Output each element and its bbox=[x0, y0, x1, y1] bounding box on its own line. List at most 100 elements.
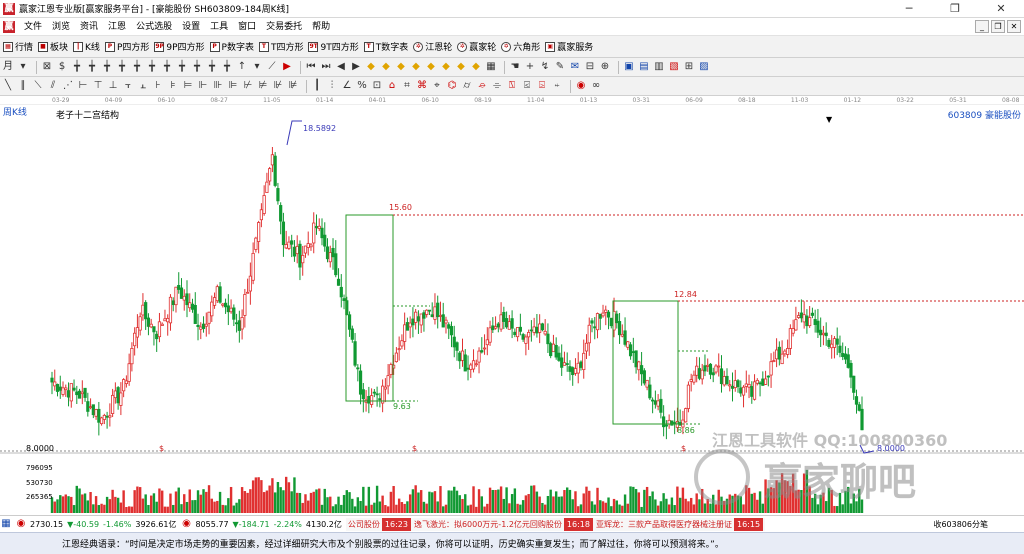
diamond-icon[interactable]: ◆ bbox=[395, 61, 407, 73]
chevron-down-icon[interactable]: ▼ bbox=[826, 115, 832, 124]
diamond-icon[interactable]: ◆ bbox=[410, 61, 422, 73]
box-icon[interactable]: ⊡ bbox=[371, 80, 383, 92]
tool-icon[interactable]: ⫟ bbox=[122, 80, 134, 92]
sz-index-value[interactable]: 8055.77 bbox=[195, 520, 228, 529]
left-icon[interactable]: ◀ bbox=[335, 61, 347, 73]
tool-icon[interactable]: ⌭ bbox=[461, 80, 473, 92]
service-button[interactable]: ▣ 赢家服务 bbox=[545, 40, 593, 53]
last-icon[interactable]: ⏭ bbox=[320, 61, 332, 73]
mdi-minimize-button[interactable]: _ bbox=[975, 20, 989, 33]
tool-icon[interactable]: ⌯ bbox=[491, 80, 503, 92]
tool-icon[interactable]: ⍄ bbox=[536, 80, 548, 92]
diamond-icon[interactable]: ◆ bbox=[440, 61, 452, 73]
open-icon[interactable]: ▥ bbox=[653, 61, 665, 73]
diamond-icon[interactable]: ◆ bbox=[380, 61, 392, 73]
plus-icon[interactable]: + bbox=[524, 61, 536, 73]
menu-gann[interactable]: 江恩 bbox=[103, 18, 131, 36]
link-icon[interactable]: ⊞ bbox=[683, 61, 695, 73]
right-icon[interactable]: ▶ bbox=[350, 61, 362, 73]
mdi-close-button[interactable]: ✕ bbox=[1007, 20, 1021, 33]
news-item[interactable]: 逸飞激光：拟6000万元-1.2亿元回购股份 bbox=[414, 519, 562, 530]
p-table-button[interactable]: P P数字表 bbox=[209, 40, 254, 53]
menu-window[interactable]: 窗口 bbox=[233, 18, 261, 36]
tool-icon[interactable]: ⊧ bbox=[167, 80, 179, 92]
t-square-button[interactable]: T T四方形 bbox=[258, 40, 303, 53]
candle-icon[interactable]: ╈ bbox=[116, 61, 128, 73]
tool-icon[interactable]: ⌗ bbox=[401, 80, 413, 92]
tool-icon[interactable]: ⌮ bbox=[476, 80, 488, 92]
tool-icon[interactable]: ⫠ bbox=[137, 80, 149, 92]
tool-icon[interactable]: ⊤ bbox=[92, 80, 104, 92]
gann-wheel-button[interactable]: ✲ 江恩轮 bbox=[413, 40, 452, 53]
candle-icon[interactable]: ╈ bbox=[86, 61, 98, 73]
line-icon[interactable]: ⟋ bbox=[266, 61, 278, 73]
diamond-icon[interactable]: ◆ bbox=[425, 61, 437, 73]
tool-icon[interactable]: ⌘ bbox=[416, 80, 428, 92]
hexagon-button[interactable]: ✡ 六角形 bbox=[501, 40, 540, 53]
kline-button[interactable]: ┃ K线 bbox=[73, 40, 100, 53]
tool-icon[interactable]: ⊪ bbox=[212, 80, 224, 92]
tool-icon[interactable]: ⊦ bbox=[152, 80, 164, 92]
tool-icon[interactable]: ⊭ bbox=[257, 80, 269, 92]
tick-data-label[interactable]: 收603806分笔 bbox=[933, 519, 988, 530]
9t-square-button[interactable]: 9T 9T四方形 bbox=[308, 40, 359, 53]
candle-icon[interactable]: ╈ bbox=[191, 61, 203, 73]
menu-formula[interactable]: 公式选股 bbox=[131, 18, 177, 36]
menu-info[interactable]: 资讯 bbox=[75, 18, 103, 36]
menu-settings[interactable]: 设置 bbox=[177, 18, 205, 36]
menu-help[interactable]: 帮助 bbox=[307, 18, 335, 36]
minimize-button[interactable]: ─ bbox=[886, 0, 932, 18]
tool-icon[interactable]: ⊢ bbox=[77, 80, 89, 92]
color-icon[interactable]: ◉ bbox=[575, 80, 587, 92]
winner-wheel-button[interactable]: ✲ 赢家轮 bbox=[457, 40, 496, 53]
menu-tools[interactable]: 工具 bbox=[205, 18, 233, 36]
flag-icon[interactable]: ▶ bbox=[281, 61, 293, 73]
dollar-icon[interactable]: $ bbox=[56, 61, 68, 73]
close-button[interactable]: ✕ bbox=[978, 0, 1024, 18]
tool-icon[interactable]: ⊯ bbox=[287, 80, 299, 92]
dropdown-icon[interactable]: ▾ bbox=[251, 61, 263, 73]
news-item[interactable]: 亚辉龙：三款产品取得医疗器械注册证 bbox=[596, 519, 732, 530]
dropdown-icon[interactable]: ▾ bbox=[17, 61, 29, 73]
tool-icon[interactable]: ⍃ bbox=[521, 80, 533, 92]
ray-icon[interactable]: ⟍ bbox=[32, 80, 44, 92]
diamond-icon[interactable]: ◆ bbox=[365, 61, 377, 73]
diamond-icon[interactable]: ◆ bbox=[455, 61, 467, 73]
gift-icon[interactable]: ✉ bbox=[569, 61, 581, 73]
parallel-icon[interactable]: ⫽ bbox=[47, 80, 59, 92]
tool-icon[interactable]: ⍂ bbox=[506, 80, 518, 92]
tool-icon[interactable]: ⊨ bbox=[182, 80, 194, 92]
candle-icon[interactable]: ╈ bbox=[206, 61, 218, 73]
window-icon[interactable]: ▨ bbox=[698, 61, 710, 73]
candle-icon[interactable]: ╈ bbox=[221, 61, 233, 73]
tool-icon[interactable]: ⌂ bbox=[386, 80, 398, 92]
ruler-icon[interactable]: ⊟ bbox=[584, 61, 596, 73]
percent-icon[interactable]: % bbox=[356, 80, 368, 92]
candle-icon[interactable]: ╈ bbox=[161, 61, 173, 73]
line-icon[interactable]: ╲ bbox=[2, 80, 14, 92]
angle-icon[interactable]: ∠ bbox=[341, 80, 353, 92]
calc-icon[interactable]: ▣ bbox=[623, 61, 635, 73]
tool-icon[interactable]: ⊮ bbox=[272, 80, 284, 92]
candle-icon[interactable]: ╈ bbox=[176, 61, 188, 73]
mark-icon[interactable]: ⊕ bbox=[599, 61, 611, 73]
fan-icon[interactable]: ⋰ bbox=[62, 80, 74, 92]
candle-icon[interactable]: ╈ bbox=[146, 61, 158, 73]
sector-button[interactable]: ■ 板块 bbox=[38, 40, 68, 53]
tool-icon[interactable]: ⊥ bbox=[107, 80, 119, 92]
menu-browse[interactable]: 浏览 bbox=[47, 18, 75, 36]
9p-square-button[interactable]: 9P 9P四方形 bbox=[154, 40, 205, 53]
candle-icon[interactable]: ╈ bbox=[101, 61, 113, 73]
wave-icon[interactable]: ↯ bbox=[539, 61, 551, 73]
news-item[interactable]: 公司股份 bbox=[348, 519, 380, 530]
vline-icon[interactable]: ┃ bbox=[311, 80, 323, 92]
tool-icon[interactable]: ⊩ bbox=[197, 80, 209, 92]
cross-icon[interactable]: ⊠ bbox=[41, 61, 53, 73]
p-square-button[interactable]: P P四方形 bbox=[104, 40, 149, 53]
restore-button[interactable]: ❐ bbox=[932, 0, 978, 18]
mdi-restore-button[interactable]: ❐ bbox=[991, 20, 1005, 33]
first-icon[interactable]: ⏮ bbox=[305, 61, 317, 73]
period-icon[interactable]: 月 bbox=[2, 61, 14, 73]
grid-icon[interactable]: ▦ bbox=[485, 61, 497, 73]
menu-trade[interactable]: 交易委托 bbox=[261, 18, 307, 36]
